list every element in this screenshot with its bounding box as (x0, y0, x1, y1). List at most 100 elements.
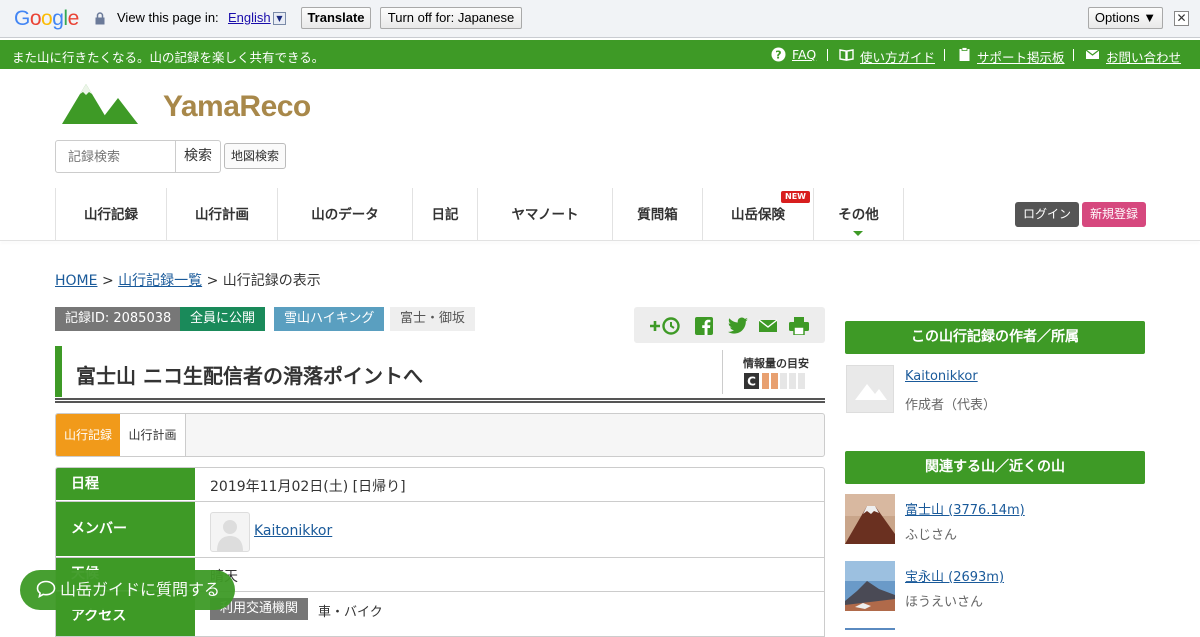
schedule-label: 日程 (56, 468, 195, 501)
book-icon (839, 49, 854, 61)
author-link[interactable]: Kaitonikkor (905, 369, 978, 384)
author-avatar[interactable] (846, 365, 894, 413)
facebook-icon[interactable] (695, 317, 713, 335)
author-role: 作成者（代表） (905, 398, 997, 413)
language-dropdown-icon[interactable]: ▼ (273, 12, 286, 25)
nav-item-insurance[interactable]: 山岳保険 NEW (703, 188, 814, 241)
info-amount-label: 情報量の目安 (743, 357, 809, 370)
logo-text[interactable]: YamaReco (163, 90, 311, 124)
fuji-photo (845, 494, 895, 544)
visibility-badge: 全員に公開 (180, 307, 266, 331)
nav-item-mountain-data[interactable]: 山のデータ (278, 188, 413, 241)
record-details: 日程 2019年11月02日(土) [日帰り] メンバー Kaitonikkor… (55, 467, 825, 637)
main-nav: 山行記録 山行計画 山のデータ 日記 ヤマノート 質問箱 山岳保険 NEW その他 (55, 188, 904, 241)
info-grade: C (747, 375, 756, 389)
nav-item-plans[interactable]: 山行計画 (167, 188, 278, 241)
lock-icon (95, 12, 105, 25)
support-board-link[interactable]: サポート掲示板 (977, 47, 1065, 66)
turn-off-button[interactable]: Turn off for: Japanese (380, 7, 522, 29)
caret-down-icon (853, 231, 863, 236)
area-badge[interactable]: 富士・御坂 (390, 307, 476, 331)
mountain-thumbnail[interactable] (845, 561, 895, 611)
nav-label: 日記 (431, 207, 459, 223)
search-button[interactable]: 検索 (175, 140, 221, 173)
login-button[interactable]: ログイン (1015, 202, 1079, 227)
email-share-icon[interactable] (759, 317, 777, 335)
nav-item-questions[interactable]: 質問箱 (613, 188, 703, 241)
faq-link[interactable]: FAQ (792, 47, 816, 62)
mountain-link[interactable]: 富士山 (3776.14m) (905, 499, 1025, 518)
breadcrumb: HOME > 山行記録一覧 > 山行記録の表示 (55, 270, 321, 290)
nav-item-records[interactable]: 山行記録 (56, 188, 167, 241)
nav-label: ヤマノート (511, 207, 579, 223)
view-page-text: View this page in: (117, 10, 219, 25)
divider (827, 49, 828, 61)
record-id-badge: 記録ID: 2085038 (55, 307, 182, 331)
tab-plan[interactable]: 山行計画 (120, 414, 186, 456)
translate-button[interactable]: Translate (301, 7, 371, 29)
info-level-meter: C (744, 373, 805, 389)
nav-label: 山のデータ (311, 207, 379, 223)
clipboard-icon (959, 47, 970, 61)
user-silhouette-icon (217, 520, 243, 551)
contact-link[interactable]: お問い合わせ (1106, 47, 1181, 66)
avatar[interactable] (210, 512, 250, 552)
nav-divider (0, 240, 1200, 241)
chat-bubble-icon (36, 580, 56, 598)
top-strip: また山に行きたくなる。山の記録を楽しく共有できる。 ? FAQ 使い方ガイド サ… (0, 40, 1200, 69)
detail-row-schedule: 日程 2019年11月02日(土) [日帰り] (56, 468, 824, 502)
mountain-placeholder-icon (855, 384, 887, 400)
ask-guide-label: 山岳ガイドに質問する (60, 580, 221, 599)
mail-icon (1085, 49, 1100, 59)
mountain-reading: ほうえいさん (905, 595, 984, 610)
member-label: メンバー (56, 502, 195, 557)
language-select[interactable]: English (228, 10, 271, 25)
google-logo: Google (14, 7, 79, 30)
divider (944, 49, 945, 61)
nav-label: 質問箱 (637, 207, 678, 223)
detail-row-member: メンバー Kaitonikkor (56, 502, 824, 558)
twitter-icon[interactable] (728, 317, 748, 335)
question-icon: ? (771, 47, 786, 62)
breadcrumb-separator: > (206, 273, 219, 289)
breadcrumb-home[interactable]: HOME (55, 273, 97, 289)
close-icon[interactable]: ✕ (1174, 11, 1189, 26)
nav-item-yamanote[interactable]: ヤマノート (478, 188, 613, 241)
nav-item-other[interactable]: その他 (814, 188, 904, 241)
mountain-thumbnail[interactable] (845, 494, 895, 544)
tab-record[interactable]: 山行記録 (56, 414, 120, 456)
mountain-link[interactable]: 宝永山 (2693m) (905, 566, 1004, 585)
title-underline (55, 398, 825, 403)
author-heading: この山行記録の作者／所属 (845, 321, 1145, 354)
register-button[interactable]: 新規登録 (1082, 202, 1146, 227)
search-input[interactable] (55, 140, 176, 173)
svg-text:?: ? (775, 49, 781, 62)
schedule-value: 2019年11月02日(土) [日帰り] (210, 479, 406, 495)
title-accent (55, 346, 62, 397)
nav-label: 山行計画 (195, 207, 249, 223)
hoei-photo (845, 561, 895, 611)
divider (1073, 49, 1074, 61)
translate-bar: Google View this page in: English ▼ Tran… (0, 0, 1200, 38)
record-title: 富士山 ニコ生配信者の滑落ポイントへ (76, 364, 423, 388)
print-icon[interactable] (789, 317, 809, 335)
mountain-reading: ふじさん (905, 528, 958, 543)
add-clock-icon[interactable] (649, 317, 681, 335)
new-badge: NEW (781, 191, 810, 203)
nav-label: 山行記録 (84, 207, 138, 223)
breadcrumb-record-list[interactable]: 山行記録一覧 (118, 273, 202, 289)
map-search-button[interactable]: 地図検索 (224, 143, 286, 169)
yamareco-logo-icon[interactable] (62, 84, 138, 124)
nav-label: その他 (838, 207, 879, 223)
member-link[interactable]: Kaitonikkor (254, 523, 332, 539)
nav-item-diary[interactable]: 日記 (413, 188, 478, 241)
related-mountains-heading: 関連する山／近くの山 (845, 451, 1145, 484)
nav-label: 山岳保険 (731, 207, 785, 223)
type-badge[interactable]: 雪山ハイキング (274, 307, 385, 331)
divider (722, 350, 723, 394)
options-button[interactable]: Options ▼ (1088, 7, 1163, 29)
tagline: また山に行きたくなる。山の記録を楽しく共有できる。 (12, 50, 325, 65)
breadcrumb-separator: > (101, 273, 114, 289)
guide-link[interactable]: 使い方ガイド (860, 47, 935, 66)
breadcrumb-current: 山行記録の表示 (222, 273, 321, 289)
